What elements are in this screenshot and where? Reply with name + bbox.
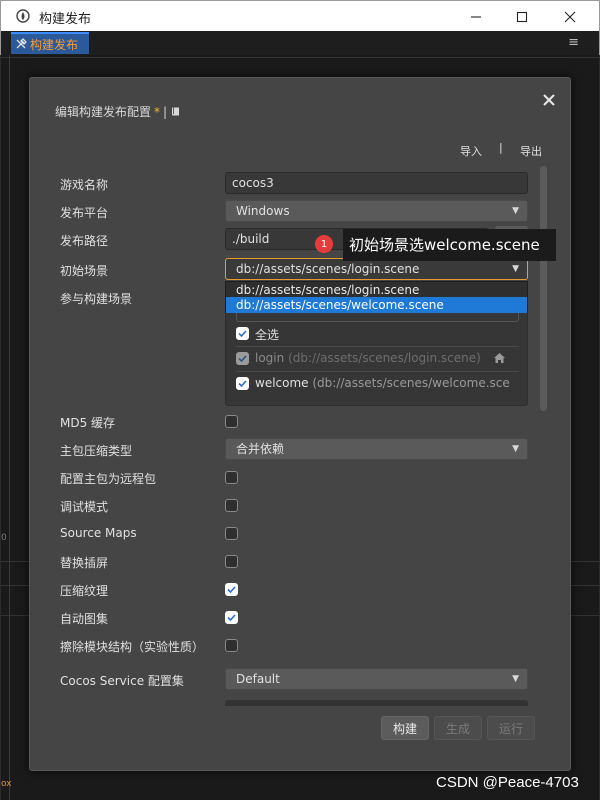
- tab-build-publish[interactable]: 构建发布: [11, 32, 89, 54]
- dropdown-option-welcome[interactable]: db://assets/scenes/welcome.scene: [226, 297, 527, 313]
- replace-splash-checkbox[interactable]: [225, 555, 238, 568]
- start-scene-dropdown: db://assets/scenes/login.scene db://asse…: [225, 281, 528, 313]
- dropdown-arrow-icon: ▼: [512, 206, 519, 216]
- generate-button[interactable]: 生成: [434, 716, 482, 740]
- backdrop-ox-label: ox: [1, 779, 12, 789]
- select-all-checkbox[interactable]: [236, 327, 249, 340]
- check-icon: [238, 355, 247, 363]
- close-icon: [543, 94, 555, 106]
- start-scene-label: 初始场景: [60, 264, 109, 278]
- book-icon[interactable]: [170, 106, 181, 117]
- debug-label: 调试模式: [60, 500, 109, 514]
- dialog-title: 编辑构建发布配置 * |: [55, 103, 181, 120]
- source-maps-label: Source Maps: [60, 526, 137, 540]
- scrollbar[interactable]: [540, 166, 547, 411]
- scene-login-item: login (db://assets/scenes/login.scene): [255, 351, 481, 365]
- tab-label: 构建发布: [30, 37, 79, 52]
- run-button[interactable]: 运行: [487, 716, 535, 740]
- window-title: 构建发布: [39, 12, 92, 27]
- scene-login-name: login: [255, 351, 285, 365]
- scene-list-divider: [236, 371, 519, 372]
- compress-texture-label: 压缩纹理: [60, 584, 109, 598]
- annotation-tooltip: 初始场景选welcome.scene: [343, 229, 556, 261]
- dropdown-arrow-icon: ▼: [512, 444, 519, 454]
- md5-checkbox[interactable]: [225, 415, 238, 428]
- auto-atlas-label: 自动图集: [60, 612, 109, 626]
- modified-star: *: [154, 104, 161, 119]
- check-icon: [227, 586, 236, 594]
- compression-select[interactable]: 合并依赖 ▼: [225, 438, 528, 460]
- dropdown-arrow-icon: ▼: [512, 674, 519, 684]
- scene-welcome-path: (db://assets/scenes/welcome.sce: [312, 376, 510, 390]
- build-path-label: 发布路径: [60, 234, 109, 248]
- cocos-service-value: Default: [236, 672, 280, 686]
- check-icon: [227, 614, 236, 622]
- start-scene-select[interactable]: db://assets/scenes/login.scene ▼: [225, 258, 528, 280]
- watermark: CSDN @Peace-4703: [436, 774, 579, 791]
- platform-select[interactable]: Windows ▼: [225, 200, 528, 222]
- remote-main-label: 配置主包为远程包: [60, 472, 157, 486]
- import-export-separator: |: [499, 141, 503, 154]
- included-scenes-label: 参与构建场景: [60, 292, 133, 306]
- minimize-button[interactable]: [453, 1, 499, 32]
- tools-icon: [16, 38, 27, 49]
- app-logo-icon: [16, 9, 30, 23]
- scene-list: 全选 login (db://assets/scenes/login.scene…: [225, 303, 528, 406]
- close-window-button[interactable]: [547, 1, 593, 32]
- panel-menu-icon[interactable]: ≡: [568, 35, 579, 50]
- dropdown-arrow-icon: ▼: [512, 264, 519, 274]
- game-name-input[interactable]: cocos3: [225, 172, 528, 194]
- scene-list-divider: [236, 346, 519, 347]
- maximize-icon: [516, 11, 528, 22]
- replace-splash-label: 替换插屏: [60, 556, 109, 570]
- remote-main-checkbox[interactable]: [225, 471, 238, 484]
- erase-modules-label: 擦除模块结构（实验性质）: [60, 640, 205, 654]
- backdrop-line: [1, 57, 599, 58]
- close-icon: [564, 11, 576, 22]
- scene-welcome-name: welcome: [255, 376, 309, 390]
- erase-modules-checkbox[interactable]: [225, 639, 238, 652]
- scene-welcome-checkbox[interactable]: [236, 377, 249, 390]
- start-scene-value: db://assets/scenes/login.scene: [236, 262, 420, 276]
- dialog-title-text: 编辑构建发布配置: [55, 105, 152, 119]
- dialog-close-button[interactable]: [540, 91, 558, 109]
- game-name-label: 游戏名称: [60, 178, 109, 192]
- build-button[interactable]: 构建: [381, 716, 429, 740]
- home-icon: [494, 353, 505, 363]
- annotation-badge: 1: [315, 235, 333, 253]
- source-maps-checkbox[interactable]: [225, 527, 238, 540]
- backdrop-zero-label: 0: [1, 533, 7, 543]
- minimize-icon: [471, 15, 481, 18]
- maximize-button[interactable]: [499, 1, 545, 32]
- build-config-dialog: 编辑构建发布配置 * | 导入 | 导出 游戏名称 cocos3 发布平台 Wi…: [29, 77, 571, 771]
- title-divider: |: [163, 104, 168, 119]
- compression-value: 合并依赖: [236, 442, 285, 456]
- panel-tab-bar: 构建发布 ≡: [0, 31, 600, 55]
- platform-value: Windows: [236, 204, 290, 218]
- import-button[interactable]: 导入: [460, 143, 482, 159]
- scene-welcome-item: welcome (db://assets/scenes/welcome.sce: [255, 376, 510, 390]
- compression-label: 主包压缩类型: [60, 444, 133, 458]
- dropdown-option-login[interactable]: db://assets/scenes/login.scene: [226, 282, 527, 298]
- next-field-partial: [225, 700, 528, 706]
- cocos-service-select[interactable]: Default ▼: [225, 668, 528, 690]
- backdrop-divider: [9, 55, 10, 800]
- check-icon: [238, 330, 247, 338]
- check-icon: [238, 380, 247, 388]
- platform-label: 发布平台: [60, 206, 109, 220]
- select-all-label: 全选: [255, 328, 280, 342]
- compress-texture-checkbox[interactable]: [225, 583, 238, 596]
- md5-label: MD5 缓存: [60, 416, 116, 430]
- auto-atlas-checkbox[interactable]: [225, 611, 238, 624]
- export-button[interactable]: 导出: [520, 143, 542, 159]
- scene-login-path: (db://assets/scenes/login.scene): [288, 351, 481, 365]
- build-path-value: ./build: [232, 232, 270, 246]
- window-titlebar: 构建发布: [0, 0, 600, 31]
- scene-login-checkbox: [236, 352, 249, 365]
- cocos-service-label: Cocos Service 配置集: [60, 674, 184, 688]
- debug-checkbox[interactable]: [225, 499, 238, 512]
